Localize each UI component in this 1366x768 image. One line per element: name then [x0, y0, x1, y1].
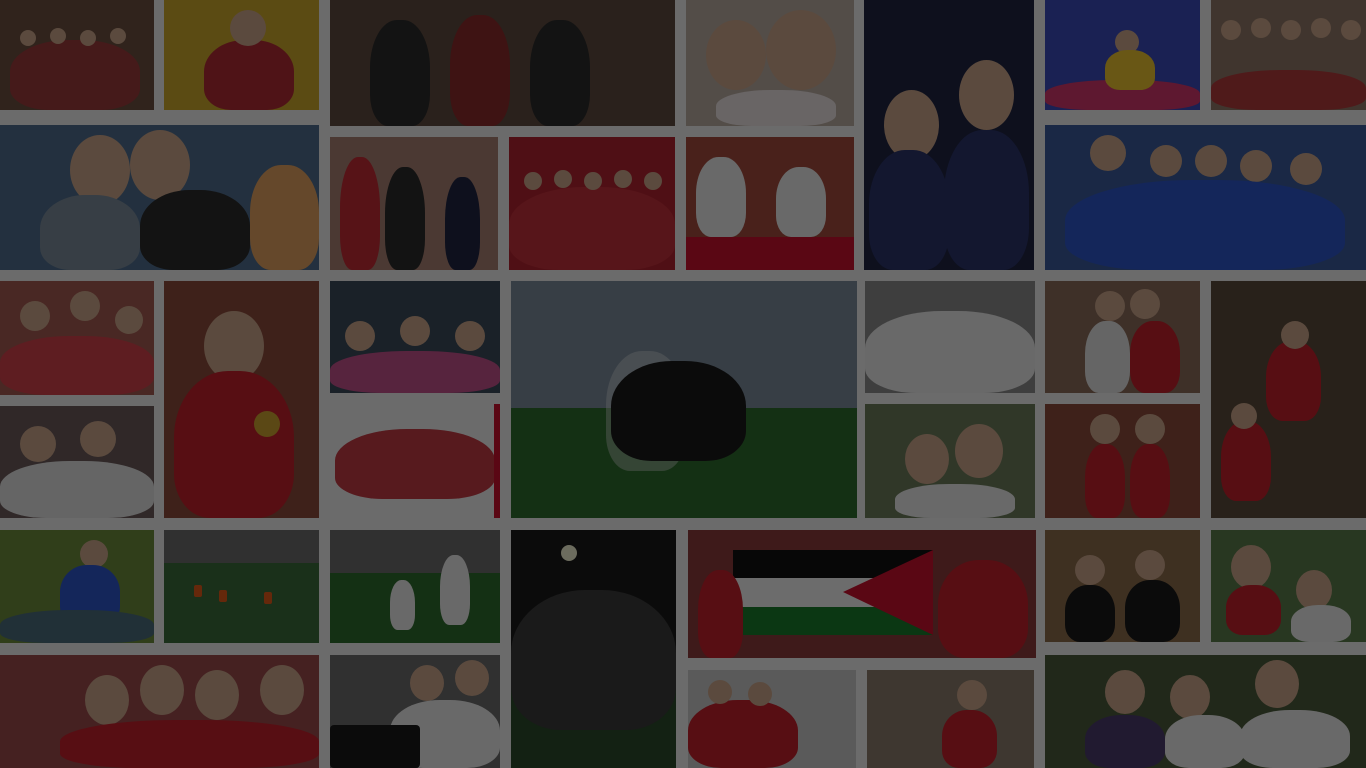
photo-flag-group	[688, 530, 1036, 658]
photo-boy-on-slide	[164, 0, 319, 110]
photo-boy-medal	[164, 281, 319, 518]
jordan-flag	[733, 550, 933, 635]
photo-award-ceremony	[330, 137, 498, 270]
photo-night-football-team	[511, 530, 676, 768]
photo-climbing-net	[330, 0, 675, 126]
photo-robotics-team	[1045, 125, 1366, 270]
photo-girls-reading	[0, 406, 154, 518]
photo-girl-with-headband	[1211, 530, 1366, 642]
photo-kindergarten-girls	[865, 404, 1035, 518]
photo-kids-running-field	[330, 530, 500, 643]
photo-cheering-kids	[330, 281, 500, 393]
photo-graduates	[864, 0, 1034, 270]
photo-red-shirts-kids	[688, 670, 856, 768]
photo-stadium-friends	[1045, 655, 1366, 768]
photo-cones-field	[164, 530, 319, 643]
photo-girls-smiling	[686, 0, 854, 126]
photo-mosaic	[0, 0, 1366, 768]
photo-costume-girls	[1045, 404, 1200, 518]
photo-girls-classroom	[0, 281, 154, 395]
photo-climbing-frame	[1211, 281, 1366, 518]
photo-bouncy-castle	[1045, 0, 1200, 110]
photo-martial-arts	[686, 137, 854, 270]
photo-swimmers	[1211, 0, 1366, 110]
photo-gym-group-white	[865, 281, 1035, 393]
photo-boys-hugging	[0, 125, 319, 270]
photo-football-field-team	[511, 281, 857, 518]
photo-science-project	[0, 530, 154, 643]
photo-playground-boy	[867, 670, 1034, 768]
photo-kids-classroom-group	[0, 0, 154, 110]
photo-red-uniforms-stage	[509, 137, 675, 270]
photo-piano-lesson	[330, 655, 500, 768]
photo-girls-waving	[0, 655, 319, 768]
photo-boys-vests	[1045, 530, 1200, 642]
photo-red-uniform-group	[330, 404, 500, 518]
photo-boys-lunch	[1045, 281, 1200, 393]
